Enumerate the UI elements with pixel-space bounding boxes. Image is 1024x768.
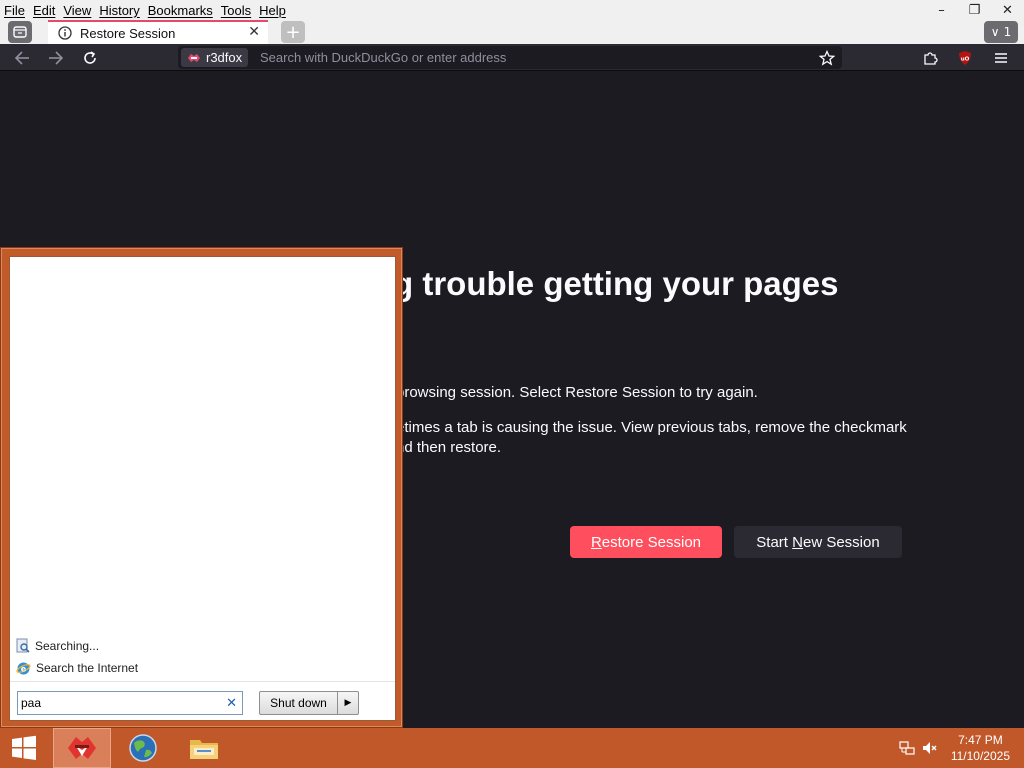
shutdown-button[interactable]: Shut down: [260, 692, 338, 714]
url-input[interactable]: [260, 49, 800, 66]
tab-close-icon[interactable]: ✕: [248, 24, 260, 40]
windows-logo-icon: [12, 735, 36, 760]
list-all-tabs-button[interactable]: ∨ 1: [984, 21, 1018, 43]
ublock-origin-button[interactable]: uO: [953, 47, 977, 69]
clear-search-icon[interactable]: ✕: [226, 696, 237, 711]
menu-tools[interactable]: Tools: [221, 3, 251, 18]
searching-label: Searching...: [35, 639, 100, 653]
description-paragraph-1: browsing session. Select Restore Session…: [396, 384, 758, 401]
star-icon: [819, 49, 835, 66]
tab-title: Restore Session: [80, 25, 176, 41]
url-bar[interactable]: r3dfox: [178, 46, 842, 69]
bookmark-star-button[interactable]: [816, 47, 838, 68]
menu-items: File Edit View History Bookmarks Tools H…: [0, 3, 294, 18]
start-search-input[interactable]: [21, 695, 216, 711]
shutdown-split-button: Shut down ▶: [259, 691, 359, 715]
start-menu: Searching... e Search the Internet ✕ Shu…: [0, 247, 403, 728]
description-paragraph-2-line-1: etimes a tab is causing the issue. View …: [396, 419, 907, 436]
folder-icon: [190, 740, 218, 759]
start-search-box[interactable]: ✕: [17, 691, 243, 715]
description-paragraph-2-line-2: nd then restore.: [396, 439, 502, 456]
page-title: g trouble getting your pages: [393, 265, 839, 302]
taskbar-browser[interactable]: [114, 728, 172, 768]
menu-help[interactable]: Help: [259, 3, 286, 18]
volume-muted-icon: [923, 742, 937, 754]
restore-label-rest: estore Session: [601, 533, 702, 551]
identity-label: r3dfox: [206, 50, 243, 65]
tab-bar: Restore Session ✕ + ∨ 1: [0, 20, 1024, 44]
new-session-accel-key: N: [792, 533, 803, 551]
restore-window-button[interactable]: ❐: [958, 0, 991, 20]
nav-toolbar: r3dfox uO: [0, 44, 1024, 71]
puzzle-icon: [924, 52, 938, 65]
new-session-label-rest: ew Session: [802, 533, 880, 551]
app-menu-button[interactable]: [989, 47, 1013, 69]
back-button[interactable]: [10, 47, 34, 69]
ublock-shield-icon: uO: [959, 51, 971, 65]
menu-edit[interactable]: Edit: [33, 3, 55, 18]
restore-accel-key: R: [590, 533, 602, 551]
minimize-button[interactable]: –: [925, 0, 958, 20]
info-icon: [58, 26, 72, 40]
searching-status-row: Searching...: [14, 635, 392, 657]
network-icon: [899, 741, 915, 755]
globe-browser-icon: [129, 734, 157, 762]
chevron-down-icon: ∨: [990, 25, 1000, 39]
close-window-button[interactable]: ✕: [991, 0, 1024, 20]
reload-button[interactable]: [78, 47, 102, 69]
start-menu-divider: [10, 681, 395, 682]
svg-text:e: e: [21, 664, 27, 673]
svg-text:uO: uO: [961, 57, 970, 63]
start-new-session-button[interactable]: Start New Session: [734, 526, 902, 558]
search-internet-row[interactable]: e Search the Internet: [14, 657, 392, 679]
extensions-button[interactable]: [918, 47, 942, 69]
search-document-icon: [16, 638, 30, 653]
menu-bookmarks[interactable]: Bookmarks: [148, 3, 213, 18]
tab-count: 1: [1003, 25, 1012, 39]
r3dfox-logo-icon: [188, 53, 200, 62]
menu-bar: File Edit View History Bookmarks Tools H…: [0, 0, 1024, 20]
window-controls: – ❐ ✕: [925, 0, 1024, 20]
taskbar-r3dfox[interactable]: [53, 728, 111, 768]
menu-history[interactable]: History: [99, 3, 139, 18]
forward-button[interactable]: [44, 47, 68, 69]
plus-icon: +: [285, 21, 301, 43]
start-menu-panel: Searching... e Search the Internet ✕ Shu…: [9, 256, 396, 721]
menu-view[interactable]: View: [63, 3, 91, 18]
reload-icon: [84, 51, 96, 64]
restore-session-button[interactable]: Restore Session: [570, 526, 722, 558]
back-arrow-icon: [14, 51, 29, 65]
taskbar: 7:47 PM 11/10/2025: [0, 728, 1024, 768]
start-button[interactable]: [0, 728, 48, 768]
clock-date: 11/10/2025: [950, 749, 1010, 763]
internet-explorer-icon: e: [16, 662, 31, 674]
taskbar-file-explorer[interactable]: [175, 728, 233, 768]
volume-tray-icon[interactable]: [921, 739, 939, 757]
tab-restore-session[interactable]: Restore Session ✕: [48, 20, 268, 44]
search-internet-label: Search the Internet: [36, 661, 139, 675]
shutdown-options-arrow-icon[interactable]: ▶: [338, 692, 358, 714]
hamburger-menu-icon: [995, 53, 1007, 63]
firefox-view-button[interactable]: [8, 21, 32, 43]
search-results: Searching... e Search the Internet: [14, 635, 392, 679]
new-session-label-pre: Start: [756, 533, 793, 551]
new-tab-button[interactable]: +: [281, 21, 305, 43]
clock-time: 7:47 PM: [958, 733, 1003, 747]
identity-box[interactable]: r3dfox: [181, 48, 249, 67]
firefox-view-icon: [13, 26, 27, 38]
network-tray-icon[interactable]: [898, 739, 916, 757]
forward-arrow-icon: [49, 51, 64, 65]
menu-file[interactable]: File: [4, 3, 25, 18]
r3dfox-app-icon: [68, 737, 96, 759]
system-clock[interactable]: 7:47 PM 11/10/2025: [951, 732, 1010, 764]
